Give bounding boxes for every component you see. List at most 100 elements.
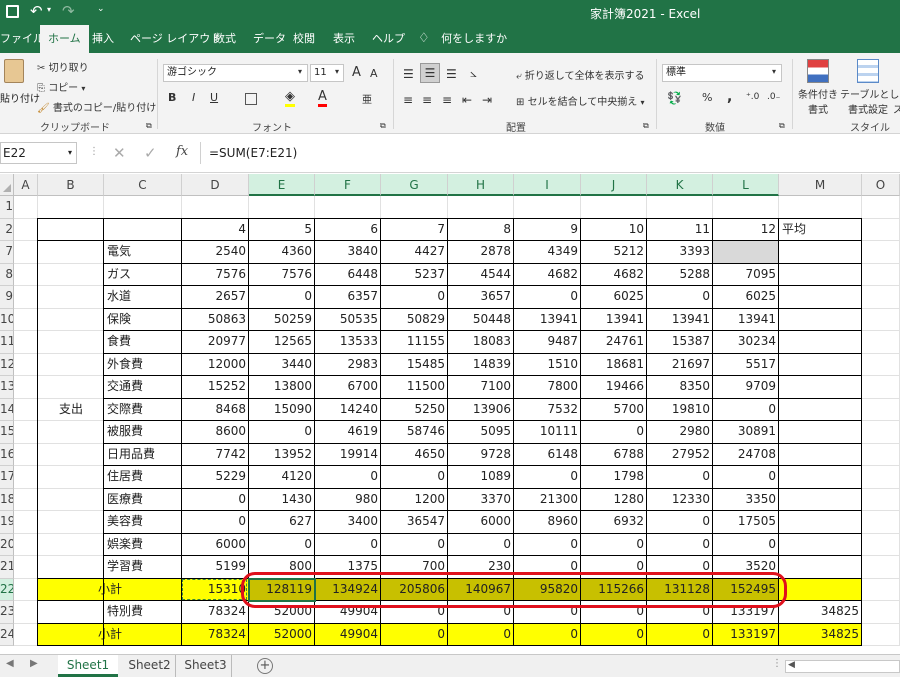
tab-insert[interactable]: 挿入 (92, 25, 114, 53)
expense-value-cell[interactable]: 4544 (448, 264, 514, 287)
tab-view[interactable]: 表示 (333, 25, 355, 53)
grid-cell[interactable] (862, 308, 900, 331)
sheet-nav-next-icon[interactable]: ▶ (30, 658, 38, 669)
expense-category-cell[interactable]: ガス (104, 264, 182, 287)
row-header-2[interactable]: 2 (0, 218, 14, 241)
expense-value-cell[interactable]: 15387 (647, 331, 713, 354)
expense-value-cell[interactable]: 8468 (182, 399, 249, 422)
cancel-icon[interactable]: ✕ (113, 144, 126, 162)
expense-value-cell[interactable]: 4349 (514, 241, 581, 264)
expense-value-cell[interactable]: 6357 (315, 286, 381, 309)
grid-cell[interactable] (779, 196, 862, 219)
grid-cell[interactable] (862, 286, 900, 309)
expense-value-cell[interactable]: 8600 (182, 421, 249, 444)
grid-cell[interactable] (779, 331, 862, 354)
expense-value-cell[interactable]: 50259 (249, 309, 315, 332)
grid-cell[interactable] (862, 511, 900, 534)
expense-value-cell[interactable]: 3350 (713, 489, 779, 512)
font-name-select[interactable]: 游ゴシック (163, 64, 308, 82)
expense-value-cell[interactable]: 30234 (713, 331, 779, 354)
row-header-21[interactable]: 21 (0, 556, 14, 579)
expense-value-cell[interactable]: 4360 (249, 241, 315, 264)
sheet-tab-sheet1[interactable]: Sheet1 (58, 655, 118, 677)
cut-button[interactable]: ✂ 切り取り (37, 59, 89, 74)
expense-value-cell[interactable]: 4427 (381, 241, 448, 264)
expense-value-cell[interactable]: 8350 (647, 376, 713, 399)
month-header-cell[interactable]: 9 (514, 219, 581, 242)
grid-cell[interactable] (779, 488, 862, 511)
column-header-c[interactable]: C (104, 174, 182, 196)
grid-cell[interactable] (38, 196, 104, 219)
subtotal-value-cell[interactable]: 133197 (713, 624, 779, 647)
expense-value-cell[interactable]: 1280 (581, 489, 647, 512)
expense-value-cell[interactable]: 20977 (182, 331, 249, 354)
expense-value-cell[interactable]: 0 (647, 286, 713, 309)
grid-cell[interactable] (14, 353, 38, 376)
increase-indent-icon[interactable]: ⇥ (482, 93, 492, 107)
expense-value-cell[interactable]: 7800 (514, 376, 581, 399)
expense-value-cell[interactable]: 50448 (448, 309, 514, 332)
expense-category-cell[interactable]: 学習費 (104, 556, 182, 579)
subtotal-value-cell[interactable]: 52000 (249, 624, 315, 647)
expense-value-cell[interactable]: 5700 (581, 399, 647, 422)
expense-value-cell[interactable]: 24761 (581, 331, 647, 354)
expense-value-cell[interactable]: 0 (647, 534, 713, 557)
tab-data[interactable]: データ (253, 25, 286, 53)
grid-cell[interactable] (38, 331, 104, 354)
expense-value-cell[interactable]: 0 (514, 534, 581, 557)
grid-cell[interactable] (14, 286, 38, 309)
month-header-cell[interactable]: 7 (381, 219, 448, 242)
expense-value-cell[interactable]: 6788 (581, 444, 647, 467)
grid-cell[interactable] (14, 556, 38, 579)
grid-cell[interactable] (862, 376, 900, 399)
row-header-15[interactable]: 15 (0, 421, 14, 444)
expense-value-cell[interactable]: 0 (249, 421, 315, 444)
grid-cell[interactable] (38, 353, 104, 376)
format-as-table-button[interactable]: テーブルとして 書式設定 (840, 59, 900, 116)
paste-button[interactable]: 貼り付け (0, 57, 40, 113)
grid-cell[interactable] (862, 556, 900, 579)
expense-category-cell[interactable]: 保険 (104, 309, 182, 332)
align-bottom-icon[interactable]: ☰ (446, 67, 457, 81)
grid-cell[interactable] (315, 196, 381, 219)
expense-value-cell[interactable]: 980 (315, 489, 381, 512)
grid-cell[interactable] (38, 308, 104, 331)
expense-value-cell[interactable]: 50863 (182, 309, 249, 332)
special-value-cell[interactable]: 78324 (182, 601, 249, 624)
month-header-cell[interactable]: 12 (713, 219, 779, 242)
expense-value-cell[interactable]: 13800 (249, 376, 315, 399)
expense-value-cell[interactable]: 0 (514, 466, 581, 489)
grid-cell[interactable] (38, 533, 104, 556)
tell-me-box[interactable]: ♢ 何をしますか (418, 25, 507, 53)
grid-cell[interactable] (862, 241, 900, 264)
expense-value-cell[interactable]: 3440 (249, 354, 315, 377)
expense-value-cell[interactable]: 6700 (315, 376, 381, 399)
expense-value-cell[interactable]: 10111 (514, 421, 581, 444)
expense-value-cell[interactable]: 9709 (713, 376, 779, 399)
expense-value-cell[interactable]: 3393 (647, 241, 713, 264)
expense-value-cell[interactable]: 0 (448, 534, 514, 557)
column-header-h[interactable]: H (448, 174, 514, 196)
font-launcher-icon[interactable]: ⧉ (380, 121, 386, 131)
expense-value-cell[interactable]: 30891 (713, 421, 779, 444)
grid-cell[interactable] (38, 286, 104, 309)
phonetic-icon[interactable]: 亜 (362, 91, 372, 106)
expense-value-cell[interactable]: 11500 (381, 376, 448, 399)
subtotal-value-cell[interactable]: 0 (647, 624, 713, 647)
expense-value-cell[interactable]: 0 (713, 399, 779, 422)
expense-value-cell[interactable]: 21300 (514, 489, 581, 512)
expense-value-cell[interactable]: 6148 (514, 444, 581, 467)
expense-value-cell[interactable]: 50535 (315, 309, 381, 332)
grid-cell[interactable] (14, 241, 38, 264)
expense-value-cell[interactable]: 5199 (182, 556, 249, 579)
month-header-cell[interactable]: 5 (249, 219, 315, 242)
grid-cell[interactable] (862, 218, 900, 241)
grid-cell[interactable] (779, 556, 862, 579)
tab-home[interactable]: ホーム (40, 25, 89, 53)
expense-category-cell[interactable]: 住居費 (104, 466, 182, 489)
expense-value-cell[interactable]: 2657 (182, 286, 249, 309)
expense-value-cell[interactable]: 1510 (514, 354, 581, 377)
expense-value-cell[interactable]: 0 (713, 466, 779, 489)
tab-formulas[interactable]: 数式 (214, 25, 236, 53)
grid-cell[interactable] (14, 308, 38, 331)
